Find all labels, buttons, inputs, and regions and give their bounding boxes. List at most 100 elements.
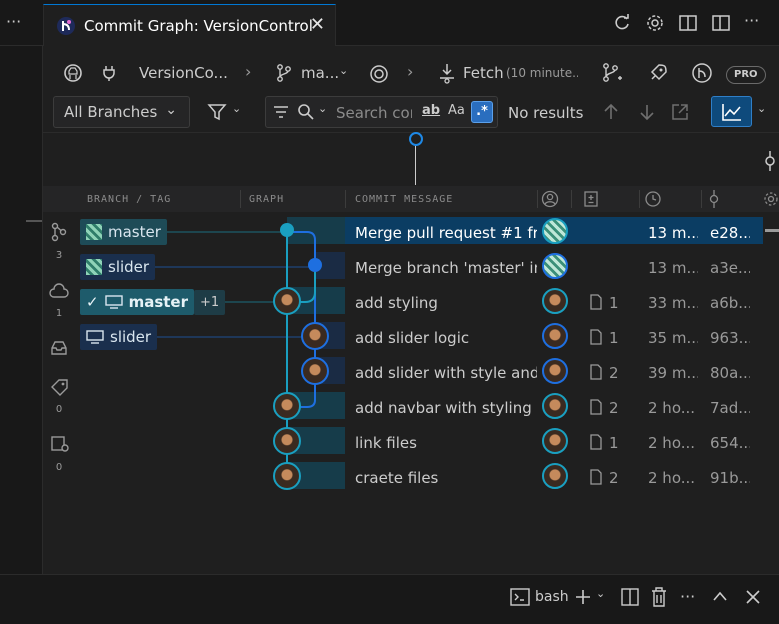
plus-icon[interactable]: [574, 588, 592, 606]
column-branch-tag[interactable]: BRANCH / TAG: [87, 194, 171, 205]
commit-date: 2 ho...: [648, 469, 696, 487]
commit-sha: 91b...: [710, 469, 750, 487]
author-column-icon[interactable]: [541, 190, 559, 208]
arrow-up-icon[interactable]: [603, 103, 619, 121]
repo-selector[interactable]: VersionCo...: [139, 64, 228, 82]
split-terminal-icon[interactable]: [621, 588, 639, 606]
match-case-toggle[interactable]: Aa: [448, 103, 465, 118]
sha-column-icon[interactable]: [707, 190, 721, 208]
commit-row[interactable]: master Merge pull request #1 from 13 m..…: [43, 217, 779, 252]
toggle-panel-icon[interactable]: [711, 13, 731, 33]
minimap-toggle[interactable]: [711, 96, 752, 127]
search-input[interactable]: Search commits: [336, 104, 412, 122]
commit-message: Merge branch 'master' into: [355, 259, 537, 277]
commit-row[interactable]: slider add slider logic 1 35 m... 963...: [43, 322, 779, 357]
branch-pill-master-remote[interactable]: master: [80, 219, 167, 245]
author-avatar: [542, 393, 568, 419]
commit-node-avatar[interactable]: [301, 357, 329, 385]
commit-node[interactable]: [307, 257, 323, 273]
branch-selector[interactable]: ma...: [301, 64, 339, 82]
gitlens-icon: [57, 16, 75, 35]
commit-node-avatar[interactable]: [273, 462, 301, 490]
github-icon[interactable]: [63, 63, 83, 83]
commit-node-avatar[interactable]: [273, 392, 301, 420]
commit-node-avatar[interactable]: [273, 287, 301, 315]
fetch-icon[interactable]: [437, 62, 457, 84]
search-results: No results: [508, 104, 584, 122]
tab-title: Commit Graph: VersionControl: [84, 16, 313, 35]
branch-pill-slider-local[interactable]: slider: [80, 324, 158, 350]
chevron-down-icon[interactable]: ⌄: [596, 587, 605, 600]
chevron-down-icon[interactable]: ⌄: [339, 64, 348, 77]
tab-commit-graph[interactable]: Commit Graph: VersionControl ✕: [43, 4, 336, 46]
files-changed: 2: [609, 364, 619, 382]
commit-row[interactable]: ✓ master +1 add styling 1 33 m... a6b...: [43, 287, 779, 322]
graph-minimap[interactable]: [43, 132, 779, 186]
list-filter-icon[interactable]: [273, 105, 289, 119]
gear-icon[interactable]: [645, 13, 665, 33]
activity-gutter: [0, 46, 43, 574]
close-icon[interactable]: ✕: [310, 14, 325, 35]
more-actions-icon[interactable]: ···: [6, 12, 21, 31]
terminal-shell-label[interactable]: bash: [535, 589, 569, 605]
graph-toolbar: VersionCo... › ma... ⌄ › Fetch (10 minut…: [43, 50, 779, 96]
chevron-right-icon-2: ›: [407, 62, 414, 81]
filter-icon[interactable]: [207, 103, 227, 121]
branch-filter-dropdown[interactable]: All Branches ⌄: [53, 96, 190, 128]
commit-sha: a6b...: [710, 294, 750, 312]
column-graph[interactable]: GRAPH: [249, 194, 284, 205]
file-icon: [590, 469, 602, 485]
branch-pill-slider-remote[interactable]: slider: [80, 254, 156, 280]
search-icon[interactable]: [297, 103, 315, 121]
split-editor-icon[interactable]: [678, 13, 698, 33]
panel-more-icon[interactable]: ···: [680, 587, 695, 606]
file-icon: [590, 294, 602, 310]
trash-icon[interactable]: [651, 587, 667, 607]
ref-label: slider: [108, 258, 150, 276]
commit-row[interactable]: link files 1 2 ho... 654...: [43, 427, 779, 462]
plug-icon[interactable]: [99, 63, 119, 83]
column-headers: BRANCH / TAG GRAPH COMMIT MESSAGE: [43, 186, 779, 212]
sash[interactable]: [26, 220, 42, 222]
editor-more-icon[interactable]: ···: [744, 11, 759, 30]
regex-toggle[interactable]: .*: [471, 101, 493, 123]
column-settings-gear-icon[interactable]: [763, 190, 779, 208]
commit-row[interactable]: add slider with style and log 2 39 m... …: [43, 357, 779, 392]
commit-node[interactable]: [279, 222, 295, 238]
ref-label: master: [128, 293, 188, 311]
create-branch-icon[interactable]: [601, 62, 623, 84]
commit-node-avatar[interactable]: [301, 322, 329, 350]
scroll-indicator: [765, 229, 779, 232]
refresh-icon[interactable]: [612, 13, 632, 33]
column-commit-message[interactable]: COMMIT MESSAGE: [355, 194, 453, 205]
commit-message: add navbar with styling: [355, 399, 532, 417]
commit-node-avatar[interactable]: [273, 427, 301, 455]
target-icon[interactable]: [369, 64, 389, 84]
minimap-options-chevron-icon[interactable]: ⌄: [757, 102, 766, 115]
commit-list: master Merge pull request #1 from 13 m..…: [43, 212, 779, 572]
commit-row[interactable]: slider Merge branch 'master' into 13 m..…: [43, 252, 779, 287]
more-refs-badge[interactable]: +1: [194, 290, 226, 315]
changes-column-icon[interactable]: [583, 190, 599, 208]
branch-pill-master-local[interactable]: ✓ master: [80, 289, 194, 315]
ref-label: master: [108, 223, 161, 241]
gitlens-pro-icon[interactable]: [691, 62, 713, 84]
pro-badge[interactable]: PRO: [726, 66, 766, 84]
rocket-icon[interactable]: [647, 62, 669, 84]
filter-chevron-icon[interactable]: ⌄: [232, 102, 241, 115]
commit-sha: 80a...: [710, 364, 750, 382]
maximize-panel-icon[interactable]: [712, 589, 728, 603]
commit-row[interactable]: craete files 2 2 ho... 91b...: [43, 462, 779, 497]
close-panel-icon[interactable]: [745, 589, 761, 605]
match-whole-word-toggle[interactable]: ab: [422, 103, 440, 118]
clock-icon[interactable]: [644, 190, 662, 208]
computer-icon: [104, 295, 123, 309]
chevron-right-icon: ›: [245, 62, 252, 81]
open-external-icon[interactable]: [671, 103, 689, 121]
branch-icon: [277, 64, 291, 82]
search-box[interactable]: ⌄ Search commits ab Aa .*: [265, 96, 498, 128]
search-mode-chevron-icon[interactable]: ⌄: [318, 102, 327, 115]
commit-row[interactable]: add navbar with styling 2 2 ho... 7ad...: [43, 392, 779, 427]
fetch-button[interactable]: Fetch: [463, 64, 504, 82]
arrow-down-icon[interactable]: [639, 103, 655, 121]
